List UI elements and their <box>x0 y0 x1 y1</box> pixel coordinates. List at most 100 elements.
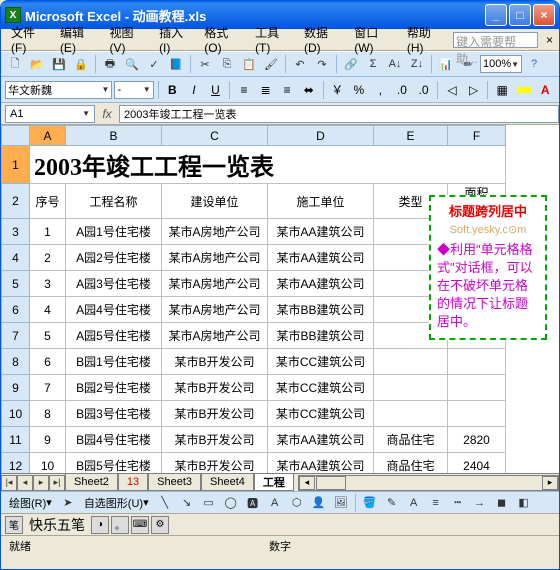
sheet-tab[interactable]: Sheet4 <box>201 474 254 491</box>
data-cell[interactable]: B园4号住宅楼 <box>66 427 162 453</box>
row-header[interactable]: 6 <box>2 297 30 323</box>
data-cell[interactable] <box>374 401 448 427</box>
percent-button[interactable]: % <box>349 80 369 100</box>
align-left-button[interactable]: ≡ <box>234 80 254 100</box>
arrow-style-icon[interactable]: → <box>470 493 490 513</box>
copy-icon[interactable]: ⎘ <box>217 54 237 74</box>
data-cell[interactable]: 某市A房地产公司 <box>162 323 268 349</box>
row-header[interactable]: 7 <box>2 323 30 349</box>
data-cell[interactable]: 某市BB建筑公司 <box>268 323 374 349</box>
name-box[interactable]: A1▼ <box>5 105 95 123</box>
open-icon[interactable]: 📂 <box>27 54 47 74</box>
undo-icon[interactable]: ↶ <box>290 54 310 74</box>
fill-color-icon[interactable]: 🪣 <box>360 493 380 513</box>
data-cell[interactable]: 某市AA建筑公司 <box>268 219 374 245</box>
fill-color-button[interactable] <box>514 80 534 100</box>
oval-icon[interactable]: ◯ <box>221 493 241 513</box>
research-icon[interactable]: 📘 <box>166 54 186 74</box>
data-cell[interactable]: 1 <box>30 219 66 245</box>
data-cell[interactable]: 2404 <box>448 453 506 474</box>
maximize-button[interactable]: □ <box>509 4 531 26</box>
font-name-select[interactable]: 华文新魏▼ <box>5 81 112 99</box>
data-cell[interactable]: 某市B开发公司 <box>162 427 268 453</box>
col-header[interactable]: E <box>374 126 448 146</box>
align-right-button[interactable]: ≡ <box>277 80 297 100</box>
menu-tools[interactable]: 工具(T) <box>251 22 296 57</box>
spell-icon[interactable]: ✓ <box>144 54 164 74</box>
data-cell[interactable]: 某市CC建筑公司 <box>268 349 374 375</box>
data-cell[interactable]: B园2号住宅楼 <box>66 375 162 401</box>
data-cell[interactable]: 商品住宅 <box>374 427 448 453</box>
data-cell[interactable]: 3 <box>30 271 66 297</box>
data-cell[interactable]: 某市B开发公司 <box>162 453 268 474</box>
line-icon[interactable]: ╲ <box>155 493 175 513</box>
data-cell[interactable]: A园4号住宅楼 <box>66 297 162 323</box>
tab-next-button[interactable]: ▸ <box>33 475 49 491</box>
data-cell[interactable]: 8 <box>30 401 66 427</box>
line-color-icon[interactable]: ✎ <box>382 493 402 513</box>
data-cell[interactable]: 某市CC建筑公司 <box>268 375 374 401</box>
fx-icon[interactable]: fx <box>95 107 119 121</box>
data-cell[interactable]: 某市A房地产公司 <box>162 245 268 271</box>
line-style-icon[interactable]: ≡ <box>426 493 446 513</box>
data-cell[interactable]: 2820 <box>448 427 506 453</box>
underline-button[interactable]: U <box>206 80 226 100</box>
wordart-icon[interactable]: A <box>265 493 285 513</box>
menu-edit[interactable]: 编辑(E) <box>56 22 102 57</box>
preview-icon[interactable]: 🔍 <box>122 54 142 74</box>
data-cell[interactable] <box>448 401 506 427</box>
data-cell[interactable]: 6 <box>30 349 66 375</box>
cut-icon[interactable]: ✂ <box>195 54 215 74</box>
rect-icon[interactable]: ▭ <box>199 493 219 513</box>
font-color-button[interactable]: A <box>535 80 555 100</box>
data-cell[interactable]: 9 <box>30 427 66 453</box>
align-center-button[interactable]: ≣ <box>256 80 276 100</box>
bold-button[interactable]: B <box>163 80 183 100</box>
close-button[interactable]: × <box>533 4 555 26</box>
font-size-select[interactable]: -▼ <box>114 81 153 99</box>
ime-punct-icon[interactable]: 。 <box>111 516 129 534</box>
row-header[interactable]: 8 <box>2 349 30 375</box>
sheet-tab[interactable]: Sheet3 <box>148 474 201 491</box>
data-cell[interactable]: 某市A房地产公司 <box>162 271 268 297</box>
col-header[interactable]: C <box>162 126 268 146</box>
currency-button[interactable]: ￥ <box>327 80 347 100</box>
data-cell[interactable]: B园3号住宅楼 <box>66 401 162 427</box>
title-cell[interactable]: 2003年竣工工程一览表 <box>30 146 506 184</box>
ime-settings-icon[interactable]: ⚙ <box>151 516 169 534</box>
data-cell[interactable]: A园5号住宅楼 <box>66 323 162 349</box>
formula-input[interactable]: 2003年竣工工程一览表 <box>119 105 559 123</box>
textbox-icon[interactable]: 🅰 <box>243 493 263 513</box>
tab-prev-button[interactable]: ◂ <box>17 475 33 491</box>
format-painter-icon[interactable]: 🖌 <box>261 54 281 74</box>
borders-button[interactable]: ▦ <box>492 80 512 100</box>
font-color-icon[interactable]: A <box>404 493 424 513</box>
horizontal-scrollbar[interactable]: ◂ ▸ <box>298 475 559 491</box>
clipart-icon[interactable]: 👤 <box>309 493 329 513</box>
data-cell[interactable]: 某市AA建筑公司 <box>268 271 374 297</box>
diagram-icon[interactable]: ⬡ <box>287 493 307 513</box>
ime-icon[interactable]: 笔 <box>5 516 23 534</box>
data-cell[interactable]: 某市A房地产公司 <box>162 219 268 245</box>
draw-menu[interactable]: 绘图(R)▾ <box>5 494 56 512</box>
sheet-tab[interactable]: 13 <box>118 474 148 491</box>
col-header[interactable]: B <box>66 126 162 146</box>
link-icon[interactable]: 🔗 <box>341 54 361 74</box>
help-icon[interactable]: ? <box>524 54 544 74</box>
select-objects-icon[interactable]: ➤ <box>58 493 78 513</box>
header-cell[interactable]: 建设单位 <box>162 184 268 219</box>
inc-indent-button[interactable]: ▷ <box>464 80 484 100</box>
scroll-right-button[interactable]: ▸ <box>542 476 558 490</box>
data-cell[interactable]: 5 <box>30 323 66 349</box>
menu-data[interactable]: 数据(D) <box>300 22 346 57</box>
data-cell[interactable] <box>374 349 448 375</box>
menu-format[interactable]: 格式(O) <box>200 22 247 57</box>
inc-decimal-button[interactable]: .0 <box>392 80 412 100</box>
sum-icon[interactable]: Σ <box>363 54 383 74</box>
row-header[interactable]: 1 <box>2 146 30 184</box>
italic-button[interactable]: I <box>184 80 204 100</box>
worksheet-grid[interactable]: ABCDEF12003年竣工工程一览表2序号工程名称建设单位施工单位类型面积平米… <box>1 125 559 473</box>
menu-window[interactable]: 窗口(W) <box>350 22 399 57</box>
scroll-left-button[interactable]: ◂ <box>299 476 315 490</box>
row-header[interactable]: 12 <box>2 453 30 474</box>
